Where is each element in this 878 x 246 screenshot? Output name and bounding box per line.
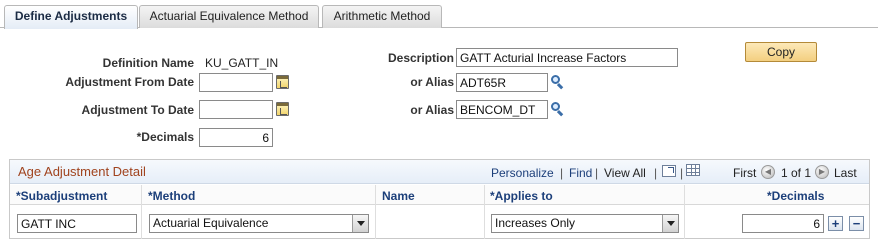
col-name-header[interactable]: Name bbox=[382, 189, 415, 203]
definition-name-value: KU_GATT_IN bbox=[205, 56, 279, 70]
adjustment-to-date-input[interactable] bbox=[199, 100, 273, 119]
separator: | bbox=[654, 166, 658, 180]
col-applies-to-header[interactable]: *Applies to bbox=[490, 189, 553, 203]
last-label: Last bbox=[834, 166, 857, 180]
separator: | bbox=[595, 166, 599, 180]
adjustment-from-date-label: Adjustment From Date bbox=[65, 75, 194, 89]
zoom-icon[interactable] bbox=[662, 165, 676, 177]
column-divider bbox=[141, 185, 142, 239]
decimals-label: *Decimals bbox=[136, 130, 194, 144]
col-decimals-header[interactable]: *Decimals bbox=[767, 189, 824, 203]
alias-1-input[interactable] bbox=[456, 73, 548, 92]
alias-2-label: or Alias bbox=[410, 103, 454, 117]
chevron-down-icon[interactable] bbox=[662, 215, 678, 232]
lookup-icon[interactable] bbox=[550, 101, 566, 117]
subadjustment-input[interactable] bbox=[17, 214, 137, 233]
method-select[interactable]: Actuarial Equivalence bbox=[149, 214, 369, 233]
age-adjustment-detail-grid: Age Adjustment Detail Personalize | Find… bbox=[9, 159, 870, 239]
decimals-input[interactable] bbox=[199, 128, 273, 147]
applies-to-select-value: Increases Only bbox=[495, 216, 576, 230]
col-method-header[interactable]: *Method bbox=[148, 189, 195, 203]
alias-2-input[interactable] bbox=[456, 100, 548, 119]
method-select-value: Actuarial Equivalence bbox=[153, 216, 269, 230]
tab-arithmetic-method[interactable]: Arithmetic Method bbox=[322, 5, 442, 28]
row-decimals-input[interactable] bbox=[742, 214, 824, 233]
personalize-link[interactable]: Personalize bbox=[491, 166, 554, 180]
tab-define-adjustments[interactable]: Define Adjustments bbox=[4, 5, 138, 29]
calendar-icon[interactable] bbox=[276, 102, 289, 116]
applies-to-select[interactable]: Increases Only bbox=[491, 214, 679, 233]
column-divider bbox=[375, 185, 376, 239]
calendar-icon[interactable] bbox=[276, 75, 289, 89]
separator: | bbox=[560, 166, 564, 180]
add-row-button[interactable]: + bbox=[828, 216, 843, 231]
previous-row-icon[interactable]: ◀ bbox=[761, 165, 775, 179]
separator: | bbox=[680, 166, 684, 180]
chevron-down-icon[interactable] bbox=[352, 215, 368, 232]
description-input[interactable] bbox=[456, 48, 678, 67]
spreadsheet-icon[interactable] bbox=[686, 164, 700, 176]
adjustment-to-date-label: Adjustment To Date bbox=[81, 103, 194, 117]
column-header-row: *Subadjustment *Method Name *Applies to … bbox=[10, 185, 869, 205]
grid-header: Age Adjustment Detail Personalize | Find… bbox=[10, 160, 869, 184]
row-range-text: 1 of 1 bbox=[781, 166, 812, 180]
next-row-icon[interactable]: ▶ bbox=[815, 165, 829, 179]
view-all-link[interactable]: View All bbox=[604, 166, 646, 180]
copy-button[interactable]: Copy bbox=[745, 42, 817, 62]
tab-actuarial-equivalence-method[interactable]: Actuarial Equivalence Method bbox=[139, 5, 319, 28]
column-divider bbox=[484, 185, 485, 239]
description-label: Description bbox=[387, 51, 454, 65]
delete-row-button[interactable]: − bbox=[849, 216, 864, 231]
column-divider bbox=[684, 185, 685, 239]
lookup-icon[interactable] bbox=[550, 74, 566, 90]
col-subadjustment-header[interactable]: *Subadjustment bbox=[16, 189, 107, 203]
first-label: First bbox=[733, 166, 757, 180]
find-link[interactable]: Find bbox=[569, 166, 592, 180]
grid-title: Age Adjustment Detail bbox=[18, 164, 146, 179]
alias-1-label: or Alias bbox=[410, 75, 454, 89]
adjustment-from-date-input[interactable] bbox=[199, 73, 273, 92]
definition-name-label: Definition Name bbox=[102, 56, 194, 70]
